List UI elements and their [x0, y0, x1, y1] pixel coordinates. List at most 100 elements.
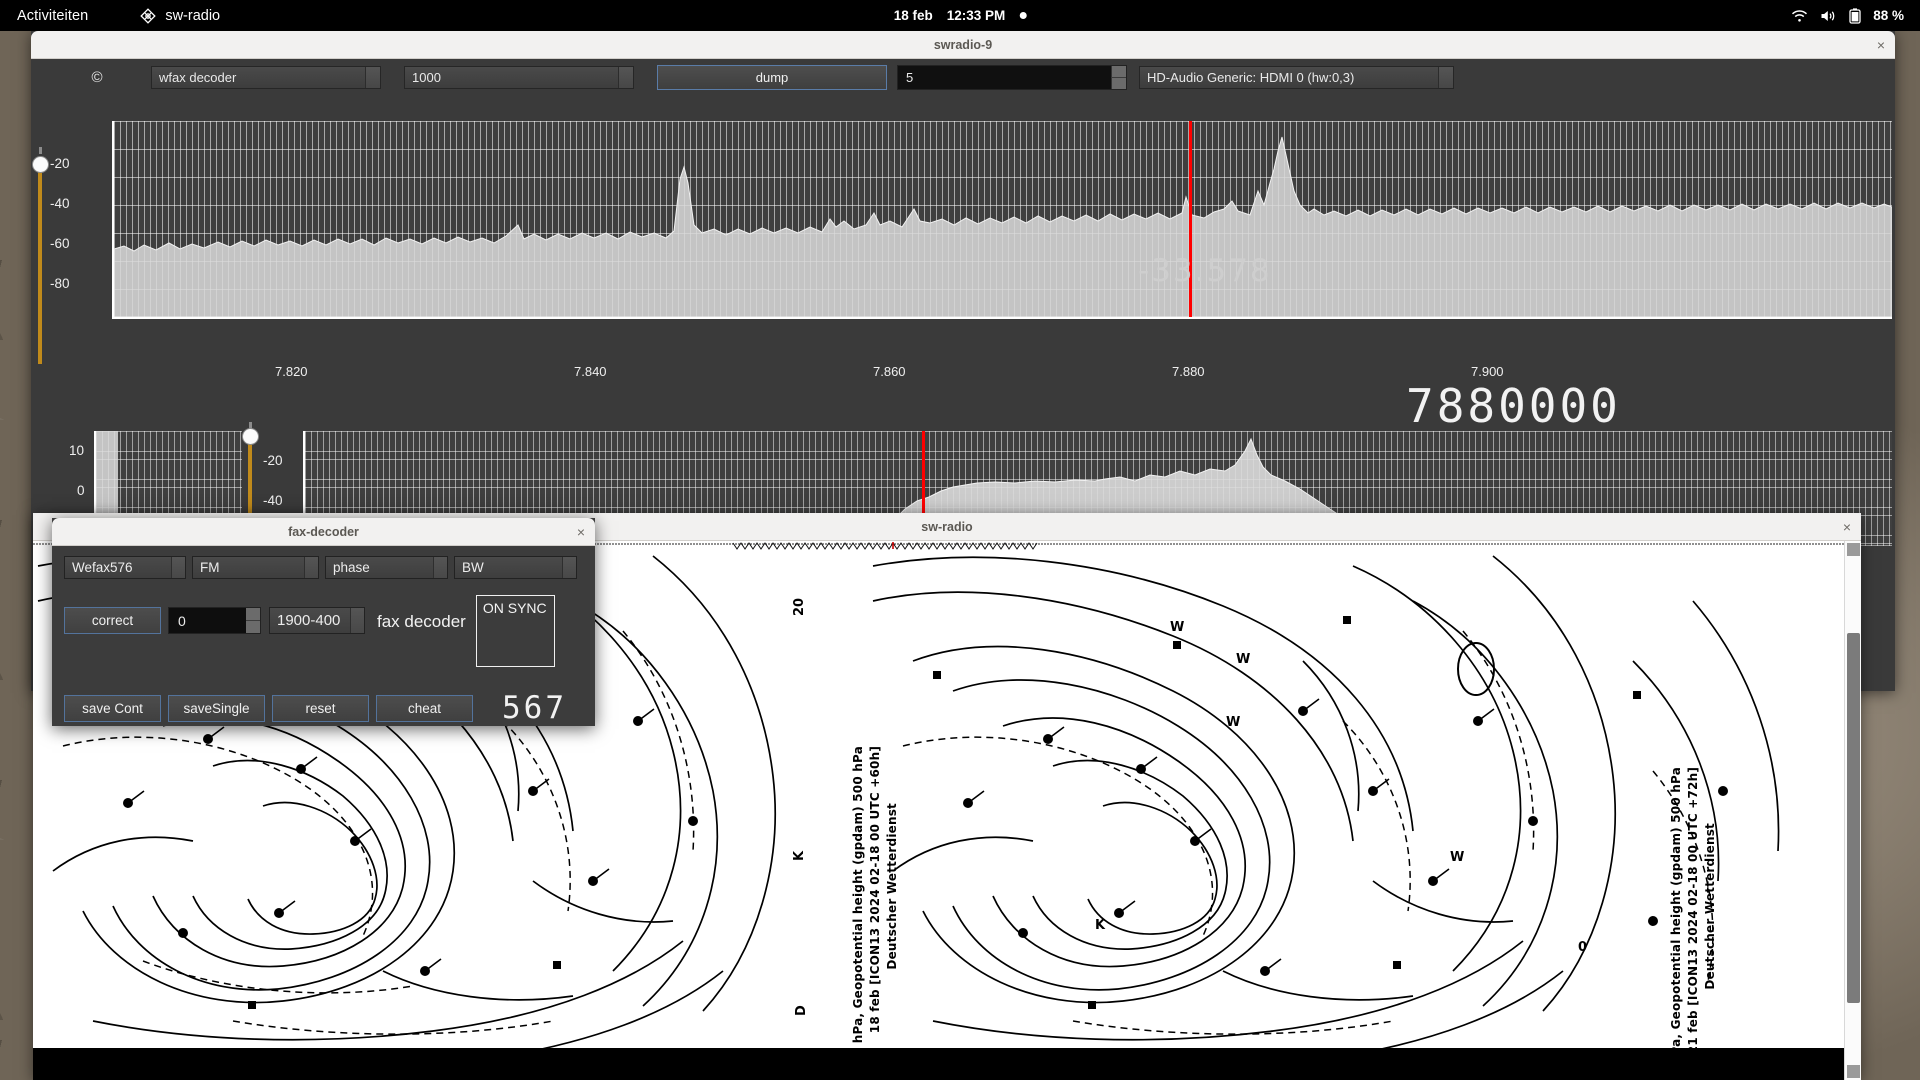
sync-status-label: ON SYNC: [482, 600, 547, 616]
fax-caption-left-1: 500 hPa, Geopotential height (gpdam) 500…: [851, 746, 865, 1074]
audio-device-select[interactable]: HD-Audio Generic: HDMI 0 (hw:0,3): [1139, 65, 1454, 89]
svg-text:W: W: [1236, 652, 1250, 667]
y-tick-label: -80: [50, 276, 70, 291]
x-tick-label: 7.880: [1172, 364, 1205, 379]
fax-phase-value: phase: [333, 560, 370, 575]
clock-time: 12:33 PM: [946, 8, 1006, 23]
reset-button[interactable]: reset: [272, 694, 369, 722]
chevron-down-icon: [171, 557, 185, 578]
rate-select[interactable]: 1000: [404, 65, 634, 89]
x-tick-label: 7.860: [873, 364, 906, 379]
fax-mode-value: Wefax576: [72, 560, 133, 575]
svg-text:K: K: [1095, 918, 1106, 933]
frequency-display: 7880000: [1406, 379, 1621, 433]
fax-decoder-dialog: fax-decoder × Wefax576 FM phase BW corre…: [52, 518, 595, 726]
close-icon[interactable]: ×: [577, 518, 585, 546]
clock-menu[interactable]: 18 feb 12:33 PM: [894, 8, 1027, 23]
chevron-down-icon: [1438, 66, 1453, 88]
dump-button[interactable]: dump: [657, 64, 887, 90]
save-cont-button[interactable]: save Cont: [64, 694, 161, 722]
chevron-down-icon: [618, 66, 633, 88]
recording-indicator-icon: [1019, 12, 1027, 19]
chevron-down-icon: [433, 557, 447, 578]
gain-value: 5: [906, 69, 914, 85]
system-tray[interactable]: 88 %: [1791, 7, 1904, 24]
swfax-title-label: sw-radio: [921, 519, 973, 534]
sync-status-badge: ON SYNC: [475, 595, 555, 667]
svg-text:W: W: [1450, 850, 1464, 865]
close-icon[interactable]: ×: [1843, 513, 1851, 541]
gain-spinbox[interactable]: 5: [897, 64, 1127, 90]
spinner-arrows-icon[interactable]: [246, 608, 260, 633]
fax-color-value: BW: [462, 560, 484, 575]
copyright-label: ©: [91, 68, 103, 86]
swradio-toolbar: © wfax decoder 1000 dump 5 HD-Audio Gene…: [31, 59, 1895, 95]
fax-black-strip: [33, 1048, 1844, 1080]
x-tick-label: 7.840: [574, 364, 607, 379]
fax-mode-select[interactable]: Wefax576: [64, 556, 186, 579]
main-spectrum-plot[interactable]: [113, 121, 1893, 318]
fax-vertical-scrollbar[interactable]: [1844, 541, 1861, 1080]
x-tick-label: 7.820: [275, 364, 308, 379]
scroll-up-arrow-icon[interactable]: [1847, 543, 1860, 556]
gnome-top-bar: Activiteiten sw-radio 18 feb 12:33 PM 88…: [0, 0, 1920, 31]
svg-text:20: 20: [792, 598, 807, 616]
spinner-arrows-icon[interactable]: [1111, 65, 1126, 89]
fax-caption-right-1: 500 hPa, Geopotential height (gpdam) 500…: [1669, 767, 1683, 1080]
clock-date: 18 feb: [893, 8, 933, 23]
correct-button[interactable]: correct: [64, 607, 161, 634]
volume-icon: [1820, 9, 1837, 23]
active-app-label: sw-radio: [165, 7, 221, 24]
battery-icon: [1849, 7, 1861, 24]
chevron-down-icon: [365, 66, 380, 88]
zoom-y-tick-label: -20: [263, 453, 283, 468]
decoder-select-value: wfax decoder: [159, 69, 237, 85]
svg-text:D: D: [794, 1005, 809, 1016]
fax-phase-select[interactable]: phase: [325, 556, 448, 579]
chevron-down-icon: [562, 557, 576, 578]
main-gain-slider[interactable]: [33, 147, 48, 364]
fax-modulation-select[interactable]: FM: [192, 556, 319, 579]
y-tick-label: -60: [50, 236, 70, 251]
line-counter-display: 567: [502, 690, 567, 726]
swradio-titlebar[interactable]: swradio-9 ×: [31, 31, 1895, 59]
x-axis-line: [112, 317, 1892, 319]
fax-caption-left-3: Deutscher Wetterdienst: [885, 803, 899, 970]
activities-button[interactable]: Activiteiten: [17, 8, 88, 24]
slider-track: [38, 159, 42, 364]
swradio-title-label: swradio-9: [933, 37, 993, 52]
scope-y-tick-label: 10: [69, 443, 85, 458]
cheat-button[interactable]: cheat: [376, 694, 473, 722]
fax-color-select[interactable]: BW: [454, 556, 577, 579]
audio-device-value: HD-Audio Generic: HDMI 0 (hw:0,3): [1147, 69, 1355, 85]
fax-decoder-label: fax decoder: [377, 612, 466, 631]
tones-select[interactable]: 1900-400: [269, 607, 365, 634]
slider-knob[interactable]: [243, 429, 258, 444]
slider-stem: [249, 422, 252, 429]
close-icon[interactable]: ×: [1877, 31, 1885, 59]
active-app-menu[interactable]: sw-radio: [140, 8, 220, 24]
fax-caption-right-2: 21 feb [ICON13 2024 02-18 00 UTC +72h]: [1686, 767, 1700, 1055]
faxdlg-controls-row: correct 0 1900-400 fax decoder ON SYNC: [64, 595, 583, 667]
fax-caption-right-3: Deutscher Wetterdienst: [1703, 823, 1717, 990]
chevron-down-icon: [350, 608, 364, 633]
svg-text:W: W: [1170, 620, 1184, 635]
y-tick-label: -40: [50, 196, 70, 211]
slider-knob[interactable]: [33, 157, 48, 172]
fax-modulation-value: FM: [200, 560, 220, 575]
slider-stem: [39, 147, 42, 154]
svg-text:0: 0: [1578, 940, 1587, 955]
offset-spinbox[interactable]: 0: [168, 607, 261, 634]
desktop-root: Activiteiten sw-radio 18 feb 12:33 PM 88…: [0, 0, 1920, 1080]
decoder-select[interactable]: wfax decoder: [151, 65, 381, 89]
save-single-button[interactable]: saveSingle: [168, 694, 265, 722]
scrollbar-thumb[interactable]: [1847, 633, 1860, 1003]
spectrum-trace: [113, 136, 1893, 318]
svg-text:K: K: [792, 850, 807, 861]
scroll-down-arrow-icon[interactable]: [1847, 1065, 1860, 1078]
faxdlg-titlebar[interactable]: fax-decoder ×: [52, 518, 595, 546]
sw-radio-icon: [140, 7, 157, 24]
y-tick-label: -20: [50, 156, 70, 171]
svg-text:W: W: [1226, 715, 1240, 730]
faxdlg-title-label: fax-decoder: [288, 524, 359, 539]
